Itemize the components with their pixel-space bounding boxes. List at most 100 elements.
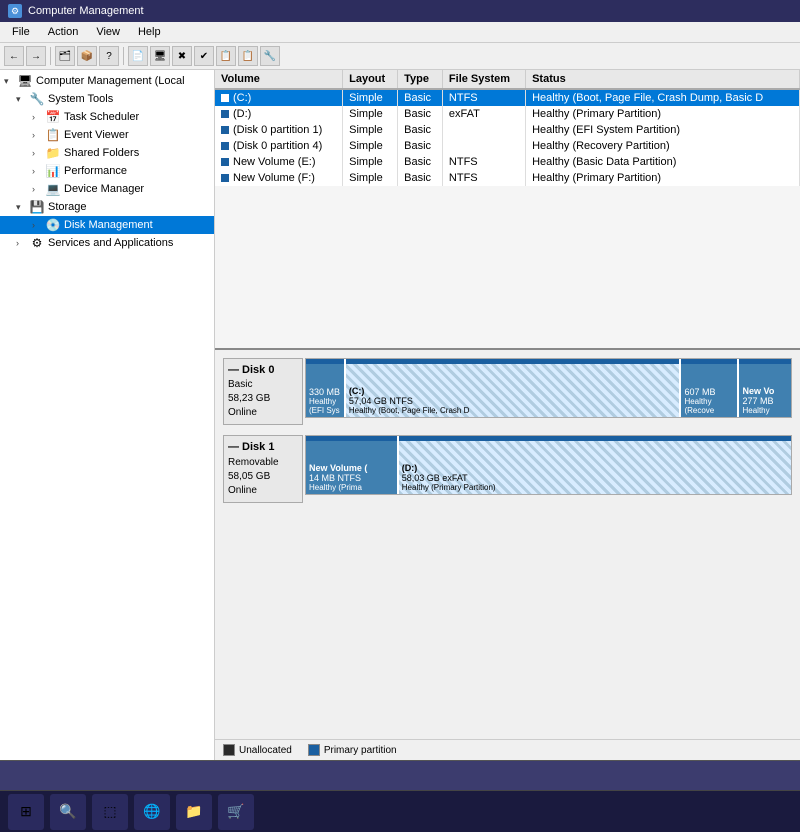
status-bar [0,760,800,790]
volume-status-0: Healthy (Boot, Page File, Crash Dump, Ba… [526,89,800,106]
paste-button[interactable]: 📋 [238,46,258,66]
task-view-button[interactable]: ⬚ [92,794,128,830]
column-header-volume[interactable]: Volume [215,70,343,89]
manage-button[interactable]: 📦 [77,46,97,66]
partition-disk0-0[interactable]: 330 MBHealthy (EFI Sys [306,359,346,417]
partition-label-disk1-1: (D:) [402,463,788,473]
confirm-button[interactable]: ✔ [194,46,214,66]
legend-label-1: Primary partition [324,745,397,756]
volume-row-3[interactable]: (Disk 0 partition 4)SimpleBasicHealthy (… [215,138,800,154]
volume-type-5: Basic [398,170,443,186]
partition-disk0-2[interactable]: 607 MBHealthy (Recove [681,359,739,417]
volume-indicator-5 [221,174,229,182]
sidebar-item-services-apps[interactable]: ›⚙Services and Applications [0,234,214,252]
toolbar: ← → 🗂 📦 ? 📄 🖥 ✖ ✔ 📋 📋 🔧 [0,43,800,70]
volume-row-5[interactable]: New Volume (F:)SimpleBasicNTFSHealthy (P… [215,170,800,186]
volume-layout-1: Simple [343,106,398,122]
volume-name-0: (C:) [215,89,343,106]
volume-layout-0: Simple [343,89,398,106]
column-header-type[interactable]: Type [398,70,443,89]
partition-detail-disk0-3: Healthy [742,406,788,415]
partition-disk0-1[interactable]: (C:)57,04 GB NTFSHealthy (Boot, Page Fil… [346,359,682,417]
volume-layout-5: Simple [343,170,398,186]
partition-disk1-1[interactable]: (D:)58,03 GB exFATHealthy (Primary Parti… [399,436,791,494]
volume-type-3: Basic [398,138,443,154]
menu-item-file[interactable]: File [4,24,38,40]
delete-button[interactable]: ✖ [172,46,192,66]
tools-button[interactable]: 🔧 [260,46,280,66]
volume-type-1: Basic [398,106,443,122]
partition-size-disk0-3: 277 MB [742,396,788,406]
item-icon-disk-management: 💿 [45,218,61,232]
sidebar-item-disk-management[interactable]: ›💿Disk Management [0,216,214,234]
copy-button[interactable]: 📋 [216,46,236,66]
expand-icon-system-tools: ▾ [16,94,26,105]
volume-row-0[interactable]: (C:)SimpleBasicNTFSHealthy (Boot, Page F… [215,89,800,106]
sidebar-item-storage[interactable]: ▾💾Storage [0,198,214,216]
menu-item-help[interactable]: Help [130,24,169,40]
sidebar-item-task-scheduler[interactable]: ›📅Task Scheduler [0,108,214,126]
volume-name-4: New Volume (E:) [215,154,343,170]
column-header-status[interactable]: Status [526,70,800,89]
column-header-file-system[interactable]: File System [442,70,525,89]
help-button[interactable]: ? [99,46,119,66]
disk-info-disk1: — Disk 1Removable58,05 GBOnline [223,435,303,502]
content-pane: VolumeLayoutTypeFile SystemStatus (C:)Si… [215,70,800,760]
volume-type-2: Basic [398,122,443,138]
computer-button[interactable]: 🖥 [150,46,170,66]
sidebar-item-shared-folders[interactable]: ›📁Shared Folders [0,144,214,162]
forward-button[interactable]: → [26,46,46,66]
item-label-shared-folders: Shared Folders [64,147,139,159]
item-icon-shared-folders: 📁 [45,146,61,160]
volume-layout-4: Simple [343,154,398,170]
disk-name-disk0: — Disk 0 [228,363,298,378]
partition-header-disk0-3 [739,359,791,364]
volume-row-2[interactable]: (Disk 0 partition 1)SimpleBasicHealthy (… [215,122,800,138]
item-label-computer-management: Computer Management (Local [36,75,185,87]
properties-button[interactable]: 📄 [128,46,148,66]
menu-item-action[interactable]: Action [40,24,87,40]
volume-name-3: (Disk 0 partition 4) [215,138,343,154]
sidebar-item-computer-management[interactable]: ▾🖥Computer Management (Local [0,72,214,90]
partition-disk0-3[interactable]: New Vo277 MBHealthy [739,359,791,417]
partition-size-disk0-0: 330 MB [309,387,341,397]
partition-header-disk0-0 [306,359,344,364]
expand-icon-services-apps: › [16,238,26,248]
volume-fs-4: NTFS [442,154,525,170]
partition-disk1-0[interactable]: New Volume (14 MB NTFSHealthy (Prima [306,436,399,494]
start-button[interactable]: ⊞ [8,794,44,830]
volume-table: VolumeLayoutTypeFile SystemStatus (C:)Si… [215,70,800,186]
volume-fs-1: exFAT [442,106,525,122]
partition-label-disk0-1: (C:) [349,386,677,396]
menu-item-view[interactable]: View [88,24,128,40]
sidebar-item-system-tools[interactable]: ▾🔧System Tools [0,90,214,108]
main-container: ▾🖥Computer Management (Local▾🔧System Too… [0,70,800,760]
expand-icon-task-scheduler: › [32,112,42,122]
volume-row-1[interactable]: (D:)SimpleBasicexFATHealthy (Primary Par… [215,106,800,122]
partition-size-disk0-1: 57,04 GB NTFS [349,396,677,406]
back-button[interactable]: ← [4,46,24,66]
expand-icon-performance: › [32,166,42,176]
disk-row-disk0: — Disk 0Basic58,23 GBOnline330 MBHealthy… [223,358,792,425]
volume-layout-3: Simple [343,138,398,154]
folder-taskbar-button[interactable]: 📁 [176,794,212,830]
store-taskbar-button[interactable]: 🛒 [218,794,254,830]
volume-row-4[interactable]: New Volume (E:)SimpleBasicNTFSHealthy (B… [215,154,800,170]
show-home-button[interactable]: 🗂 [55,46,75,66]
title-bar: ⚙ Computer Management [0,0,800,22]
volume-indicator-1 [221,110,229,118]
expand-icon-storage: ▾ [16,202,26,213]
item-label-system-tools: System Tools [48,93,113,105]
partition-header-disk0-1 [346,359,680,364]
edge-taskbar-button[interactable]: 🌐 [134,794,170,830]
sidebar-item-performance[interactable]: ›📊Performance [0,162,214,180]
volume-indicator-3 [221,142,229,150]
item-icon-performance: 📊 [45,164,61,178]
legend-box-0 [223,744,235,756]
item-label-disk-management: Disk Management [64,219,153,231]
sidebar-item-event-viewer[interactable]: ›📋Event Viewer [0,126,214,144]
volume-name-5: New Volume (F:) [215,170,343,186]
search-taskbar-button[interactable]: 🔍 [50,794,86,830]
sidebar-item-device-manager[interactable]: ›💻Device Manager [0,180,214,198]
column-header-layout[interactable]: Layout [343,70,398,89]
